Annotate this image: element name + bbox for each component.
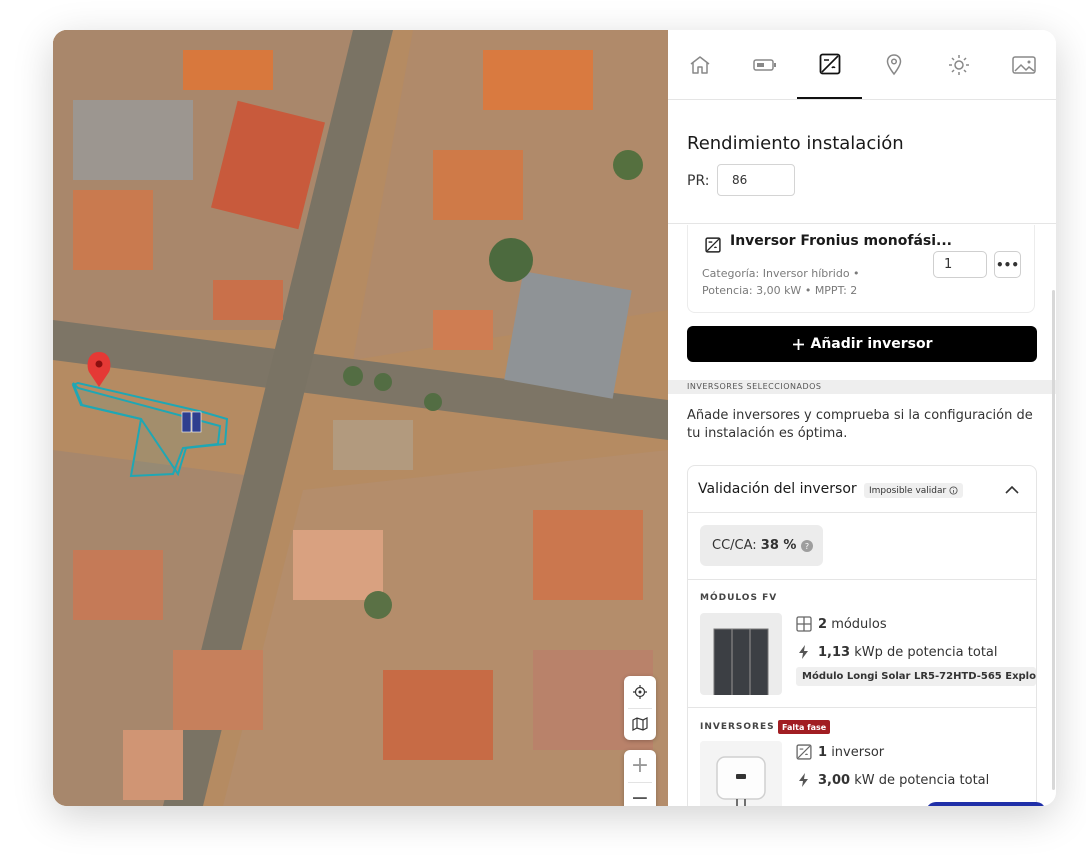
validation-status-badge: Imposible validar [864, 483, 964, 498]
plus-icon: + [630, 753, 650, 779]
inverter-validation-card: Validación del inversor Imposible valida… [687, 465, 1037, 806]
modules-section-label: MÓDULOS FV [700, 593, 778, 603]
tab-battery[interactable] [733, 30, 798, 99]
lightning-icon [799, 773, 808, 787]
section-label: INVERSORES SELECCIONADOS [687, 382, 822, 391]
inverters-power: 3,00 [818, 772, 851, 788]
inverters-section-label: INVERSORES [700, 722, 775, 732]
side-panel: Rendimiento instalación PR: 86 Inversor … [668, 30, 1056, 806]
add-inverter-label: Añadir inversor [810, 336, 933, 352]
plus-icon [792, 338, 804, 350]
tab-bar [668, 30, 1056, 100]
inverters-power-row: 3,00 kW de potencia total [796, 772, 989, 788]
map-icon [632, 717, 648, 732]
crosshair-icon [633, 684, 647, 699]
mppt-value: 2 [850, 284, 858, 297]
satellite-map[interactable]: + − [53, 30, 668, 806]
badge-text: Imposible validar [869, 485, 947, 496]
ellipsis-icon: ••• [995, 257, 1019, 272]
home-icon [690, 55, 710, 74]
solar-panel-image [713, 628, 769, 695]
tab-sun[interactable] [927, 30, 992, 99]
ccca-ratio-chip: CC/CA: 38 % ? [700, 525, 823, 566]
zoom-in-button[interactable]: + [624, 750, 656, 782]
missing-phase-badge: Falta fase [778, 720, 831, 734]
inverter-icon [796, 744, 812, 760]
ccca-value: 38 % [760, 538, 797, 553]
category-value: Inversor híbrido [762, 267, 850, 280]
collapse-button[interactable] [1002, 480, 1022, 500]
divider [668, 223, 1056, 224]
power-label: Potencia: [702, 284, 753, 297]
inverters-unit: inversor [831, 744, 885, 760]
inverter-image [700, 741, 782, 806]
more-options-button[interactable]: ••• [994, 251, 1021, 278]
inverters-count-row: 1 inversor [796, 744, 884, 760]
minus-icon: − [630, 785, 650, 806]
inverter-icon [819, 53, 841, 74]
power-value: 3,00 kW [756, 284, 802, 297]
tab-home[interactable] [668, 30, 733, 99]
map-tools-group [624, 676, 656, 740]
ccca-label: CC/CA: [712, 538, 757, 553]
scrollbar[interactable] [1052, 290, 1055, 790]
category-label: Categoría: [702, 267, 760, 280]
tab-images[interactable] [991, 30, 1056, 99]
map-imagery [53, 30, 668, 806]
add-inverter-button[interactable]: Añadir inversor [687, 326, 1037, 362]
zoom-group: + − [624, 750, 656, 806]
modules-power-row: 1,13 kWp de potencia total [796, 644, 998, 660]
divider [688, 512, 1036, 513]
chevron-up-icon [1005, 486, 1019, 494]
svg-text:?: ? [804, 542, 808, 551]
modules-unit: módulos [831, 616, 887, 632]
divider [688, 579, 1036, 580]
pr-label: PR: [687, 173, 710, 189]
section-header: INVERSORES SELECCIONADOS [668, 380, 1056, 394]
help-text: Añade inversores y comprueba si la confi… [687, 408, 1033, 441]
image-icon [1011, 55, 1036, 74]
battery-icon [753, 58, 776, 71]
grid-icon [796, 616, 812, 632]
floating-action-button[interactable] [926, 802, 1046, 806]
inverter-item-card: Inversor Fronius monofási... Categoría: … [687, 225, 1035, 313]
location-pin-icon [887, 53, 902, 75]
inverter-specs: Potencia: 3,00 kW • MPPT: 2 [702, 284, 858, 297]
inverter-name: Inversor Fronius monofási... [730, 233, 952, 249]
modules-power-unit: kWp de potencia total [854, 644, 998, 660]
modules-count-row: 2 módulos [796, 616, 887, 632]
tab-inverter[interactable] [797, 30, 863, 99]
inverter-thumbnail [700, 741, 782, 806]
help-icon[interactable]: ? [800, 539, 813, 552]
app-window: + − Rendimiento instalación PR: 86 Inver… [53, 30, 1056, 806]
modules-count: 2 [818, 616, 828, 632]
inverters-power-unit: kW de potencia total [854, 772, 990, 788]
modules-power: 1,13 [818, 644, 851, 660]
zoom-out-button[interactable]: − [624, 782, 656, 806]
inverter-icon [705, 237, 721, 253]
inverters-count: 1 [818, 744, 828, 760]
pr-input[interactable]: 86 [717, 164, 795, 196]
module-name-chip: Módulo Longi Solar LR5-72HTD-565 Explore… [796, 667, 1036, 686]
sun-icon [949, 54, 970, 75]
module-thumbnail [700, 613, 782, 695]
mppt-label: MPPT: [814, 284, 847, 297]
info-icon [949, 486, 958, 495]
inverter-category: Categoría: Inversor híbrido • [702, 267, 860, 280]
tab-location[interactable] [862, 30, 927, 99]
quantity-input[interactable]: 1 [933, 251, 987, 278]
validation-title: Validación del inversor [698, 481, 857, 497]
lightning-icon [799, 645, 808, 659]
locate-button[interactable] [624, 676, 656, 708]
performance-title: Rendimiento instalación [687, 133, 904, 154]
map-layer-button[interactable] [624, 708, 656, 740]
divider [688, 707, 1036, 708]
